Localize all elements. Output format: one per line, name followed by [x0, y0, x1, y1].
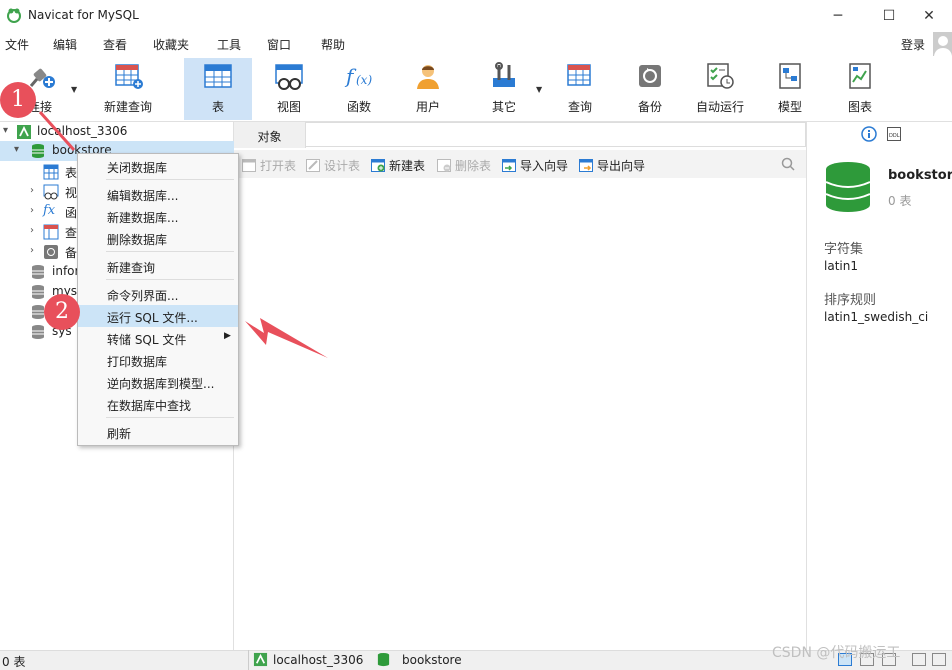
- arrow-two-head: [245, 318, 328, 358]
- arrow-one-line: [38, 110, 76, 152]
- annotation-arrows: [38, 110, 328, 358]
- step-badge-one: 1: [0, 82, 36, 118]
- step-badge-two: 2: [44, 294, 80, 330]
